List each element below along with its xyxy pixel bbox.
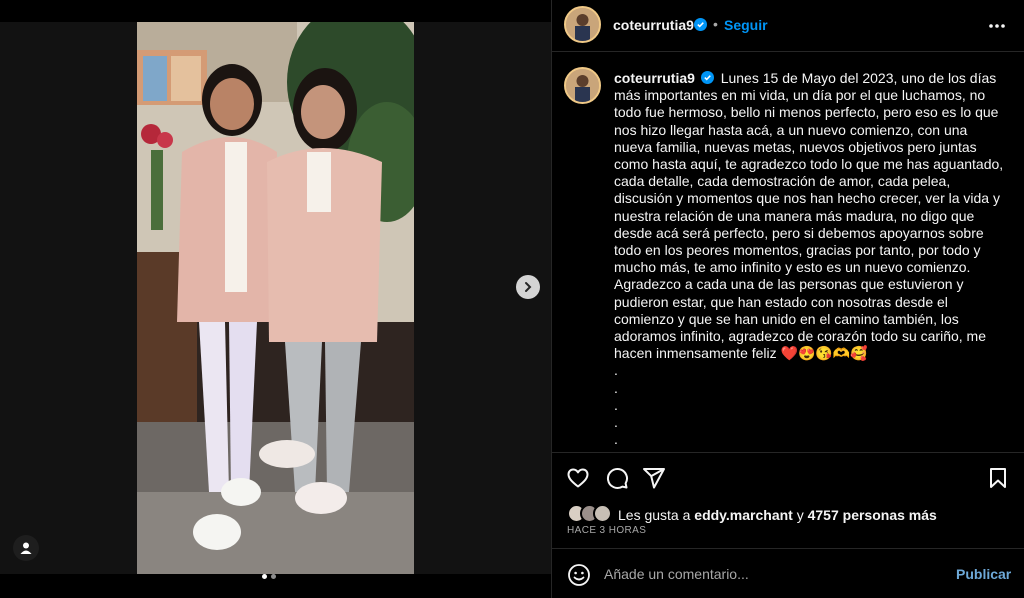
caption-avatar[interactable] bbox=[564, 67, 601, 104]
user-tag-icon bbox=[20, 542, 32, 554]
caption-dots: . . . . . bbox=[614, 362, 618, 448]
verified-badge-icon bbox=[700, 71, 714, 84]
liker-avatar bbox=[593, 504, 612, 523]
share-icon[interactable] bbox=[642, 466, 666, 490]
post-media-area bbox=[0, 0, 551, 598]
carousel-dot-active bbox=[262, 574, 267, 579]
carousel-dot bbox=[271, 574, 276, 579]
caption-username-link[interactable]: coteurrutia9 bbox=[614, 70, 695, 86]
avatar-image bbox=[566, 69, 599, 102]
liker-avatars[interactable] bbox=[567, 504, 617, 524]
comment-input[interactable] bbox=[604, 562, 944, 586]
verified-badge-icon bbox=[694, 18, 707, 31]
follow-button[interactable]: Seguir bbox=[724, 17, 768, 33]
more-options-icon[interactable] bbox=[987, 16, 1007, 36]
next-slide-button[interactable] bbox=[516, 275, 540, 299]
emoji-icon[interactable] bbox=[567, 563, 591, 587]
media-frame bbox=[0, 22, 551, 579]
avatar-image bbox=[566, 8, 599, 41]
comment-icon[interactable] bbox=[605, 466, 629, 490]
chevron-right-icon bbox=[525, 282, 532, 292]
avatar[interactable] bbox=[564, 6, 601, 43]
publish-button[interactable]: Publicar bbox=[956, 566, 1011, 582]
photo-illustration bbox=[137, 22, 414, 574]
post-timestamp[interactable]: HACE 3 HORAS bbox=[567, 525, 646, 536]
post-header: coteurrutia9 • Seguir bbox=[552, 0, 1024, 52]
carousel-dots bbox=[262, 574, 276, 579]
separator-dot: • bbox=[713, 16, 718, 32]
comment-bar: Publicar bbox=[552, 548, 1024, 598]
likes-count-link[interactable]: 4757 personas más bbox=[808, 507, 937, 523]
post-side-panel: coteurrutia9 • Seguir coteurrutia9 Lunes… bbox=[551, 0, 1024, 598]
post-photo[interactable] bbox=[137, 22, 414, 574]
likes-connector: y bbox=[796, 507, 804, 523]
likes-user-link[interactable]: eddy.marchant bbox=[694, 507, 793, 523]
user-tag-button[interactable] bbox=[13, 535, 39, 561]
username-link[interactable]: coteurrutia9 bbox=[613, 17, 694, 33]
caption-section: coteurrutia9 Lunes 15 de Mayo del 2023, … bbox=[552, 53, 1024, 451]
likes-prefix: Les gusta a bbox=[618, 507, 691, 523]
heart-icon[interactable] bbox=[566, 466, 590, 490]
post-caption: coteurrutia9 Lunes 15 de Mayo del 2023, … bbox=[614, 70, 1004, 448]
likes-summary[interactable]: Les gusta a eddy.marchant y 4757 persona… bbox=[618, 507, 937, 523]
caption-text: Lunes 15 de Mayo del 2023, uno de los dí… bbox=[614, 70, 1004, 362]
bookmark-icon[interactable] bbox=[986, 466, 1010, 490]
